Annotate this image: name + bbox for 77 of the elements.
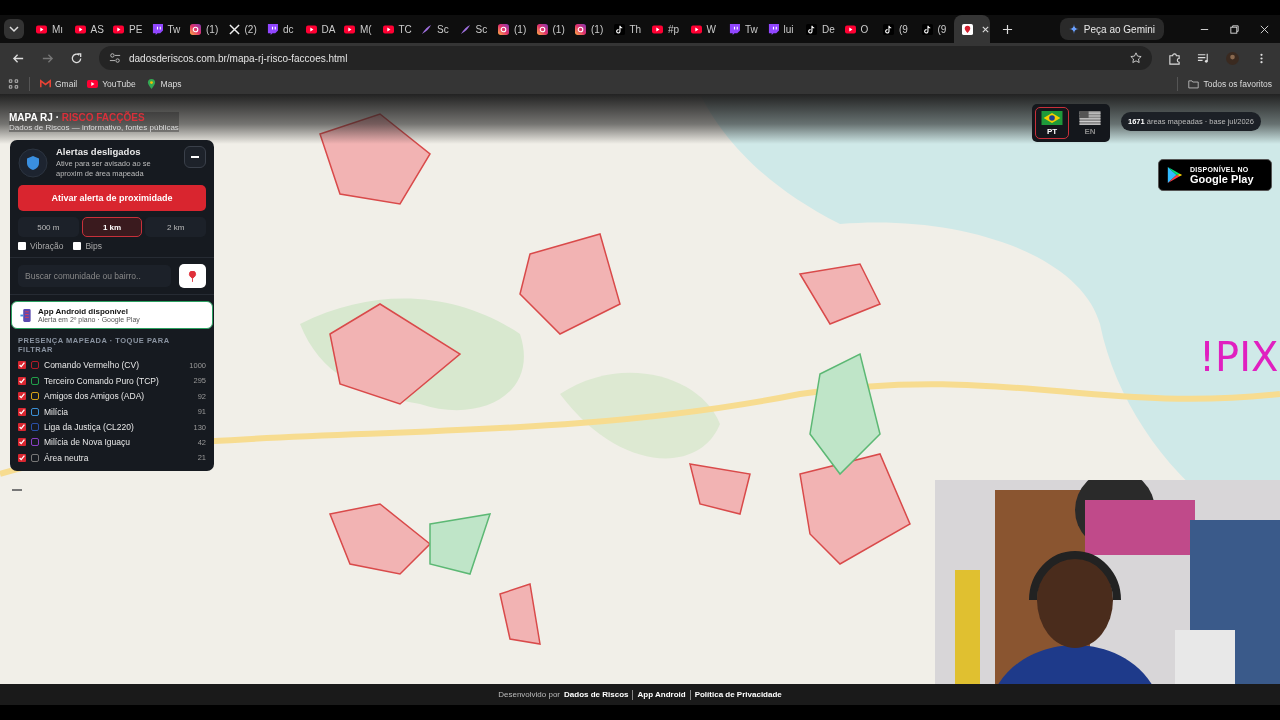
browser-tab[interactable]: Th: [607, 15, 646, 43]
play-icon: [113, 23, 124, 35]
cross-icon: [228, 23, 240, 35]
browser-tab[interactable]: Mı: [30, 15, 69, 43]
music-note-icon: [921, 23, 933, 35]
browser-tab[interactable]: PE: [107, 15, 146, 43]
browser-tab[interactable]: Tw: [723, 15, 762, 43]
music-note-icon: [806, 23, 817, 35]
browser-tab[interactable]: (1): [492, 15, 531, 43]
play-icon: [382, 23, 394, 35]
address-bar[interactable]: dadosderiscos.com.br/mapa-rj-risco-faccoes.html: [99, 46, 1152, 70]
close-icon[interactable]: [981, 24, 990, 34]
play-icon: [36, 23, 47, 35]
star-icon[interactable]: [1130, 52, 1142, 64]
play-icon: [652, 23, 663, 35]
bookmark[interactable]: Gmail: [40, 78, 78, 89]
camera-icon: [498, 23, 509, 35]
sparkle-icon: [1068, 24, 1079, 34]
chat-bubble-icon: [767, 23, 779, 35]
envelope-icon: [40, 78, 51, 89]
chevron-down-icon[interactable]: [4, 19, 24, 39]
footer-text: Desenvolvido por: [498, 690, 560, 699]
browser-tab[interactable]: (9: [915, 15, 954, 43]
bookmark[interactable]: YouTube: [87, 78, 136, 89]
chat-bubble-icon: [267, 23, 278, 35]
camera-icon: [190, 23, 201, 35]
browser-tab[interactable]: (2): [222, 15, 261, 43]
browser-tab[interactable]: TC: [376, 15, 415, 43]
footer-link[interactable]: App Android: [637, 690, 686, 699]
chat-bubble-icon: [729, 23, 740, 35]
footer-link[interactable]: Política de Privacidade: [694, 690, 782, 699]
browser-tab[interactable]: [954, 15, 990, 43]
play-icon: [74, 23, 86, 35]
browser-tab[interactable]: Sc: [415, 15, 454, 43]
feather-icon: [421, 23, 432, 35]
map-pin-icon: [145, 78, 157, 89]
reload-icon[interactable]: [70, 51, 83, 65]
browser-tab[interactable]: AS: [68, 15, 107, 43]
browser-tab[interactable]: lui: [761, 15, 800, 43]
browser-tab[interactable]: (1): [184, 15, 223, 43]
browser-tab[interactable]: (1): [569, 15, 608, 43]
apps-grid-icon[interactable]: [8, 78, 19, 89]
camera-icon: [575, 23, 586, 35]
folder-icon: [1188, 78, 1200, 89]
map-pin-icon: [962, 23, 973, 35]
camera-icon: [536, 23, 548, 35]
footer-link[interactable]: Dados de Riscos: [564, 690, 629, 699]
browser-tab[interactable]: #p: [646, 15, 685, 43]
browser-tab[interactable]: (1): [530, 15, 569, 43]
browser-tab[interactable]: Tw: [145, 15, 184, 43]
gemini-button[interactable]: Peça ao Gemini: [1059, 18, 1164, 40]
chat-bubble-icon: [151, 23, 163, 35]
bookmark[interactable]: Maps: [145, 78, 182, 89]
media-icon[interactable]: [1197, 51, 1210, 65]
browser-tab[interactable]: W: [684, 15, 723, 43]
music-note-icon: [613, 23, 625, 35]
browser-tab[interactable]: dc: [261, 15, 300, 43]
play-icon: [305, 23, 317, 35]
site-settings-icon[interactable]: [109, 52, 121, 64]
bookmark-folder[interactable]: Todos os favoritos: [1188, 78, 1272, 89]
play-icon: [87, 78, 99, 89]
restore-icon[interactable]: [1229, 23, 1240, 35]
play-icon: [344, 23, 355, 35]
browser-tab[interactable]: M(: [338, 15, 377, 43]
browser-tab[interactable]: De: [800, 15, 839, 43]
close-icon[interactable]: [1259, 23, 1270, 35]
browser-tab[interactable]: Sc: [453, 15, 492, 43]
browser-tab[interactable]: DA: [299, 15, 338, 43]
play-icon: [844, 23, 856, 35]
plus-icon[interactable]: [1002, 23, 1013, 35]
play-icon: [690, 23, 702, 35]
browser-tab[interactable]: O: [838, 15, 877, 43]
puzzle-icon[interactable]: [1168, 51, 1181, 65]
feather-icon: [459, 23, 471, 35]
music-note-icon: [883, 23, 894, 35]
avatar-icon[interactable]: [1226, 51, 1239, 65]
browser-tab[interactable]: (9: [877, 15, 916, 43]
